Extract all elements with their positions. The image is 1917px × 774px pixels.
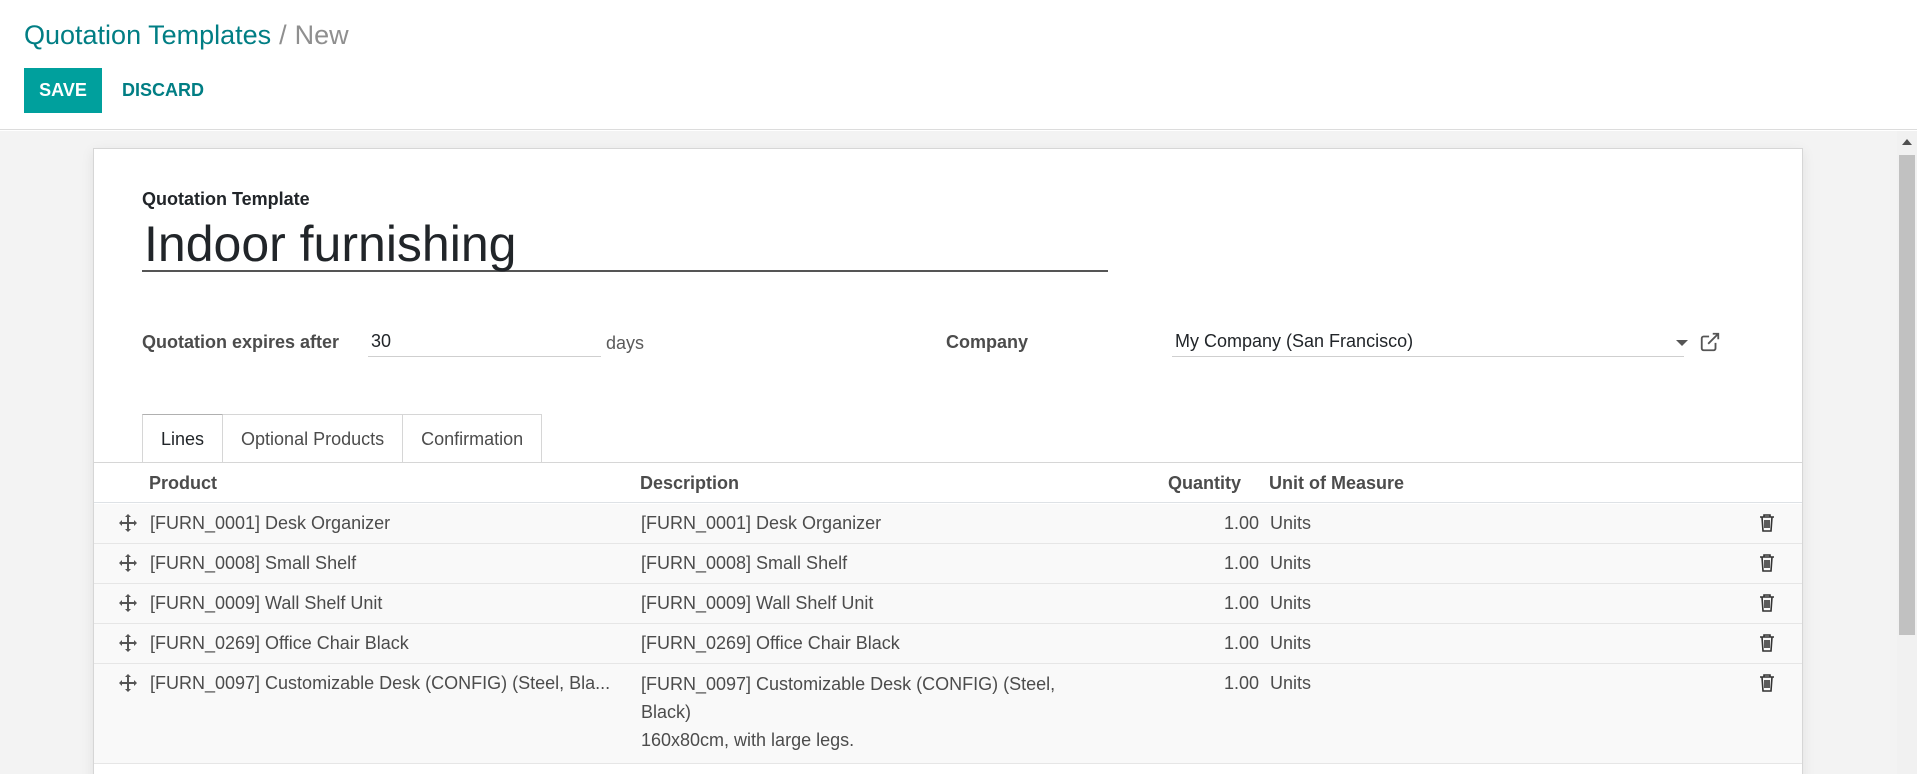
breadcrumb-current: New — [294, 20, 349, 50]
table-row[interactable]: [FURN_0009] Wall Shelf Unit [FURN_0009] … — [94, 584, 1802, 624]
tab-confirmation[interactable]: Confirmation — [403, 414, 543, 463]
company-label: Company — [946, 332, 1029, 352]
discard-button[interactable]: DISCARD — [114, 68, 212, 113]
table-row[interactable]: [FURN_0097] Customizable Desk (CONFIG) (… — [94, 664, 1802, 764]
drag-handle-icon[interactable] — [118, 673, 138, 693]
scroll-thumb[interactable] — [1899, 155, 1915, 635]
cell-uom[interactable]: Units — [1270, 673, 1311, 694]
cell-uom[interactable]: Units — [1270, 553, 1311, 574]
trash-icon[interactable] — [1759, 634, 1775, 652]
tab-optional-products[interactable]: Optional Products — [223, 414, 404, 463]
cell-product[interactable]: [FURN_0008] Small Shelf — [150, 553, 356, 574]
cell-quantity[interactable]: 1.00 — [1159, 593, 1259, 614]
drag-handle-icon[interactable] — [118, 513, 138, 533]
table-row[interactable]: [FURN_0269] Office Chair Black [FURN_026… — [94, 624, 1802, 664]
table-row[interactable]: [FURN_0008] Small Shelf [FURN_0008] Smal… — [94, 544, 1802, 584]
description-line: 160x80cm, with large legs. — [641, 730, 855, 750]
external-link-icon[interactable] — [1699, 331, 1721, 353]
cell-description[interactable]: [FURN_0009] Wall Shelf Unit — [641, 593, 873, 614]
cell-quantity[interactable]: 1.00 — [1159, 513, 1259, 534]
chevron-down-icon[interactable] — [1676, 340, 1688, 346]
cell-description[interactable]: [FURN_0001] Desk Organizer — [641, 513, 881, 534]
cell-uom[interactable]: Units — [1270, 593, 1311, 614]
drag-handle-icon[interactable] — [118, 553, 138, 573]
tab-lines[interactable]: Lines — [142, 414, 224, 463]
notebook-tabs: Lines Optional Products Confirmation — [142, 414, 543, 463]
control-panel: Quotation Templates / New SAVE DISCARD — [0, 0, 1917, 130]
cell-product[interactable]: [FURN_0269] Office Chair Black — [150, 633, 409, 654]
template-name-input[interactable]: Indoor furnishing — [142, 217, 1108, 272]
cell-description[interactable]: [FURN_0269] Office Chair Black — [641, 633, 900, 654]
trash-icon[interactable] — [1759, 514, 1775, 532]
breadcrumb-parent-link[interactable]: Quotation Templates — [24, 20, 271, 50]
cell-quantity[interactable]: 1.00 — [1159, 553, 1259, 574]
form-view: Quotation Template Indoor furnishing Quo… — [0, 131, 1897, 774]
cell-uom[interactable]: Units — [1270, 513, 1311, 534]
column-product[interactable]: Product — [149, 473, 217, 494]
column-description[interactable]: Description — [640, 473, 739, 494]
company-select[interactable]: My Company (San Francisco) — [1172, 327, 1684, 357]
trash-icon[interactable] — [1759, 554, 1775, 572]
cell-product[interactable]: [FURN_0097] Customizable Desk (CONFIG) (… — [150, 673, 628, 694]
template-name-label: Quotation Template — [142, 189, 310, 209]
cell-product[interactable]: [FURN_0009] Wall Shelf Unit — [150, 593, 382, 614]
drag-handle-icon[interactable] — [118, 593, 138, 613]
table-row[interactable]: [FURN_0001] Desk Organizer [FURN_0001] D… — [94, 504, 1802, 544]
scroll-up-icon[interactable] — [1902, 139, 1912, 145]
breadcrumb-separator: / — [279, 20, 287, 50]
cell-description[interactable]: [FURN_0008] Small Shelf — [641, 553, 847, 574]
save-button[interactable]: SAVE — [24, 68, 102, 113]
expires-label: Quotation expires after — [142, 332, 340, 352]
expires-input[interactable]: 30 — [368, 327, 601, 357]
cell-quantity[interactable]: 1.00 — [1159, 633, 1259, 654]
column-uom[interactable]: Unit of Measure — [1269, 473, 1404, 494]
cell-quantity[interactable]: 1.00 — [1159, 673, 1259, 694]
trash-icon[interactable] — [1759, 674, 1775, 692]
expires-suffix: days — [606, 333, 645, 353]
cell-product[interactable]: [FURN_0001] Desk Organizer — [150, 513, 390, 534]
description-line: Black) — [641, 702, 692, 722]
cell-description[interactable]: [FURN_0097] Customizable Desk (CONFIG) (… — [641, 670, 1111, 754]
form-sheet: Quotation Template Indoor furnishing Quo… — [93, 148, 1803, 774]
column-quantity[interactable]: Quantity — [1168, 473, 1241, 494]
trash-icon[interactable] — [1759, 594, 1775, 612]
breadcrumb: Quotation Templates / New — [24, 18, 349, 52]
drag-handle-icon[interactable] — [118, 633, 138, 653]
description-line: [FURN_0097] Customizable Desk (CONFIG) (… — [641, 674, 1056, 694]
table-header: Product Description Quantity Unit of Mea… — [94, 463, 1802, 503]
cell-uom[interactable]: Units — [1270, 633, 1311, 654]
vertical-scrollbar[interactable] — [1897, 131, 1917, 774]
